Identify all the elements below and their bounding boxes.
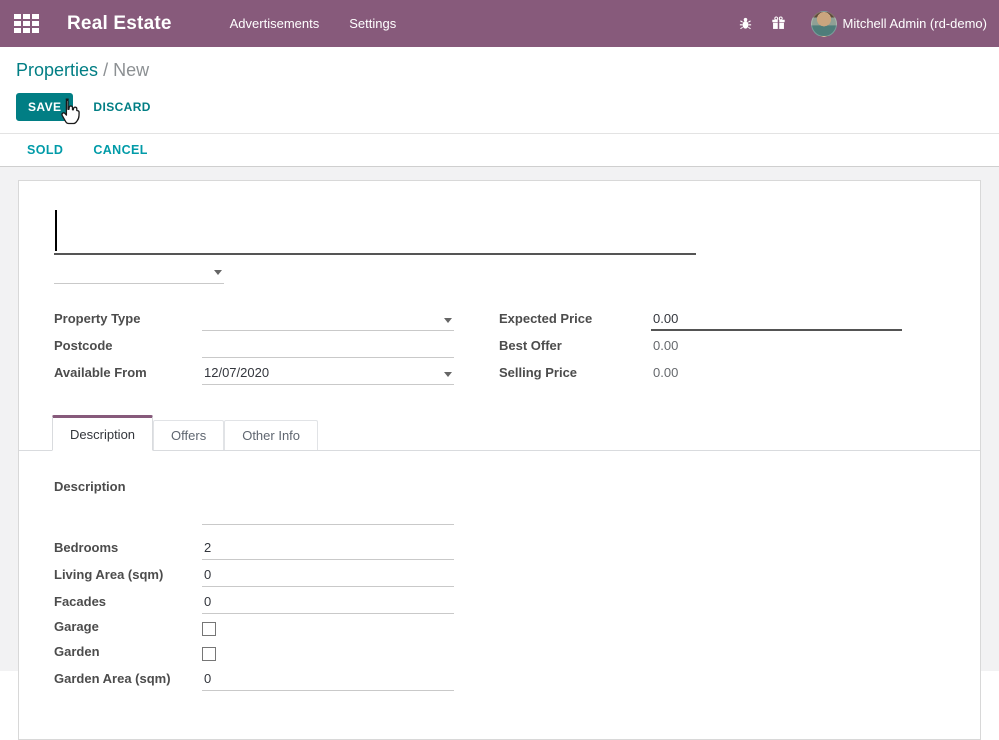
field-row-bedrooms: Bedrooms 2 [54,533,945,560]
field-row-best-offer: Best Offer 0.00 [499,331,945,358]
field-row-living-area: Living Area (sqm) 0 [54,560,945,587]
field-column-left: Property Type Postcode Available From [54,304,454,385]
available-from-value: 12/07/2020 [204,365,269,380]
selling-price-text: 0.00 [653,365,678,380]
field-row-postcode: Postcode [54,331,454,358]
field-row-selling-price: Selling Price 0.00 [499,358,945,385]
bedrooms-input[interactable]: 2 [202,538,454,560]
navbar-right: Mitchell Admin (rd-demo) [738,11,990,37]
property-type-input[interactable] [202,309,454,331]
garden-label: Garden [54,644,202,664]
property-title-input[interactable] [54,207,696,255]
field-row-property-type: Property Type [54,304,454,331]
user-menu[interactable]: Mitchell Admin (rd-demo) [843,16,988,31]
best-offer-value: 0.00 [651,336,902,358]
garage-checkbox[interactable] [202,622,216,636]
field-column-right: Expected Price 0.00 Best Offer 0.00 Sell… [499,304,945,385]
breadcrumb: Properties / New [16,60,983,81]
expected-price-input[interactable]: 0.00 [651,309,902,331]
field-row-description: Description [54,479,945,525]
menu-item-advertisements[interactable]: Advertisements [228,12,322,35]
facades-label: Facades [54,594,202,614]
garden-area-label: Garden Area (sqm) [54,671,202,691]
main-menu: Advertisements Settings [228,12,399,35]
facades-input[interactable]: 0 [202,592,454,614]
garage-label: Garage [54,619,202,639]
app-title[interactable]: Real Estate [67,13,172,35]
notebook-tabs: Description Offers Other Info [19,415,980,451]
control-panel: Properties / New SAVE DISCARD [0,47,999,134]
top-navbar: Real Estate Advertisements Settings Mitc… [0,0,999,47]
cancel-button[interactable]: CANCEL [93,139,147,161]
facades-value: 0 [204,594,211,609]
tab-offers[interactable]: Offers [153,420,224,450]
breadcrumb-properties[interactable]: Properties [16,60,98,80]
user-avatar[interactable] [811,11,837,37]
control-buttons: SAVE DISCARD [16,93,983,121]
field-row-facades: Facades 0 [54,587,945,614]
menu-item-settings[interactable]: Settings [347,12,398,35]
postcode-label: Postcode [54,338,202,358]
description-fields: Bedrooms 2 Living Area (sqm) 0 Facades 0 [54,533,945,691]
breadcrumb-separator: / [103,60,108,80]
description-tab-content: Description Bedrooms 2 Living Area (sqm)… [54,451,945,691]
living-area-label: Living Area (sqm) [54,567,202,587]
available-from-input[interactable]: 12/07/2020 [202,363,454,385]
best-offer-label: Best Offer [499,338,651,358]
form-statusbar: SOLD CANCEL [0,134,999,167]
expected-price-label: Expected Price [499,311,651,331]
text-cursor [55,210,57,251]
selling-price-value: 0.00 [651,363,902,385]
property-type-label: Property Type [54,311,202,331]
description-label: Description [54,479,202,525]
field-row-garden-area: Garden Area (sqm) 0 [54,664,945,691]
postcode-input[interactable] [202,336,454,358]
tab-other-info[interactable]: Other Info [224,420,318,450]
field-row-expected-price: Expected Price 0.00 [499,304,945,331]
garden-area-input[interactable]: 0 [202,669,454,691]
save-button[interactable]: SAVE [16,93,73,121]
tags-input[interactable] [54,258,224,284]
expected-price-value: 0.00 [653,311,678,326]
tab-description[interactable]: Description [52,415,153,451]
selling-price-label: Selling Price [499,365,651,385]
caret-down-icon [214,270,222,275]
best-offer-text: 0.00 [653,338,678,353]
caret-down-icon [444,318,452,323]
breadcrumb-new: New [113,60,149,80]
bug-icon[interactable] [738,16,754,32]
bedrooms-value: 2 [204,540,211,555]
form-sheet: Property Type Postcode Available From [18,180,981,740]
description-textarea[interactable] [202,479,454,525]
gift-icon[interactable] [771,16,787,32]
apps-menu-icon[interactable] [14,14,39,33]
living-area-value: 0 [204,567,211,582]
field-group: Property Type Postcode Available From [54,304,945,385]
field-row-garden: Garden [54,639,945,664]
living-area-input[interactable]: 0 [202,565,454,587]
field-row-available-from: Available From 12/07/2020 [54,358,454,385]
garden-checkbox[interactable] [202,647,216,661]
field-row-garage: Garage [54,614,945,639]
sold-button[interactable]: SOLD [27,139,63,161]
form-content: Property Type Postcode Available From [0,167,999,671]
available-from-label: Available From [54,365,202,385]
bedrooms-label: Bedrooms [54,540,202,560]
discard-button[interactable]: DISCARD [89,94,154,120]
caret-down-icon [444,372,452,377]
